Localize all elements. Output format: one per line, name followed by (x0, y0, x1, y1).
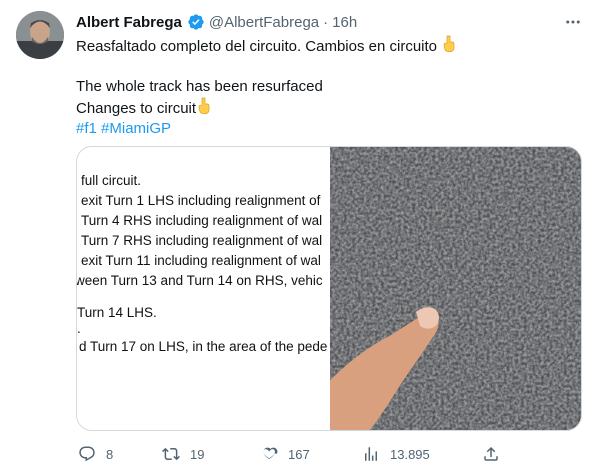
timestamp[interactable]: 16h (332, 14, 357, 31)
tweet-text-line-1: Reasfaltado completo del circuito. Cambi… (76, 35, 581, 57)
share-button[interactable] (482, 440, 500, 468)
hashtag-miamigp[interactable]: #MiamiGP (101, 120, 171, 137)
reply-count: 8 (106, 446, 114, 462)
like-button[interactable]: 167 (260, 440, 310, 468)
doc-line: exit Turn 1 LHS including realignment of (81, 193, 321, 208)
doc-line: Turn 4 RHS including realignment of wal (81, 213, 323, 228)
tweet-text-line-3: Changes to circuit (76, 97, 581, 119)
tweet-header: Albert Fabrega @AlbertFabrega · 16h (76, 12, 357, 32)
tweet-text-spanish: Reasfaltado completo del circuito. Cambi… (76, 38, 438, 55)
tweet-text: Reasfaltado completo del circuito. Cambi… (76, 35, 581, 139)
retweet-icon (162, 447, 180, 461)
author-name[interactable]: Albert Fabrega (76, 14, 182, 31)
hashtag-f1[interactable]: #f1 (76, 120, 97, 137)
views-button[interactable]: 13.895 (362, 440, 430, 468)
text-gap (76, 57, 581, 77)
tweet-text-line-2: The whole track has been resurfaced (76, 78, 323, 95)
views-icon (365, 447, 377, 461)
more-options-icon (566, 20, 580, 24)
doc-line: ween Turn 13 and Turn 14 on RHS, vehic (77, 273, 323, 288)
doc-line: d Turn 17 on LHS, in the area of the ped… (79, 339, 328, 354)
action-bar: 8 19 167 13.895 (70, 440, 588, 468)
separator: · (323, 13, 329, 31)
point-down-emoji (198, 97, 210, 115)
tweet-media[interactable]: full circuit. exit Turn 1 LHS including … (76, 146, 582, 431)
tweet-text-changes: Changes to circuit (76, 100, 197, 117)
verified-badge-icon (188, 14, 204, 30)
retweet-count: 19 (190, 446, 205, 462)
doc-line: Turn 7 RHS including realignment of wal (81, 233, 323, 248)
doc-line: Turn 14 LHS. (77, 305, 157, 320)
retweet-button[interactable]: 19 (162, 440, 204, 468)
views-count: 13.895 (390, 446, 430, 462)
avatar-photo (16, 11, 64, 59)
reply-button[interactable]: 8 (78, 440, 113, 468)
share-icon (484, 446, 498, 461)
doc-line: . (77, 321, 81, 336)
more-options-button[interactable] (562, 11, 584, 33)
reply-icon (79, 446, 95, 462)
avatar[interactable] (16, 11, 64, 59)
like-icon (263, 447, 278, 460)
hashtags: #f1 #MiamiGP (76, 119, 581, 139)
author-handle[interactable]: @AlbertFabrega (209, 14, 319, 31)
doc-line: full circuit. (81, 173, 142, 188)
asphalt-photo (330, 147, 581, 430)
document-image: full circuit. exit Turn 1 LHS including … (77, 147, 330, 430)
doc-line: exit Turn 11 including realignment of wa… (81, 253, 321, 268)
point-down-emoji (443, 35, 455, 53)
like-count: 167 (288, 446, 310, 462)
